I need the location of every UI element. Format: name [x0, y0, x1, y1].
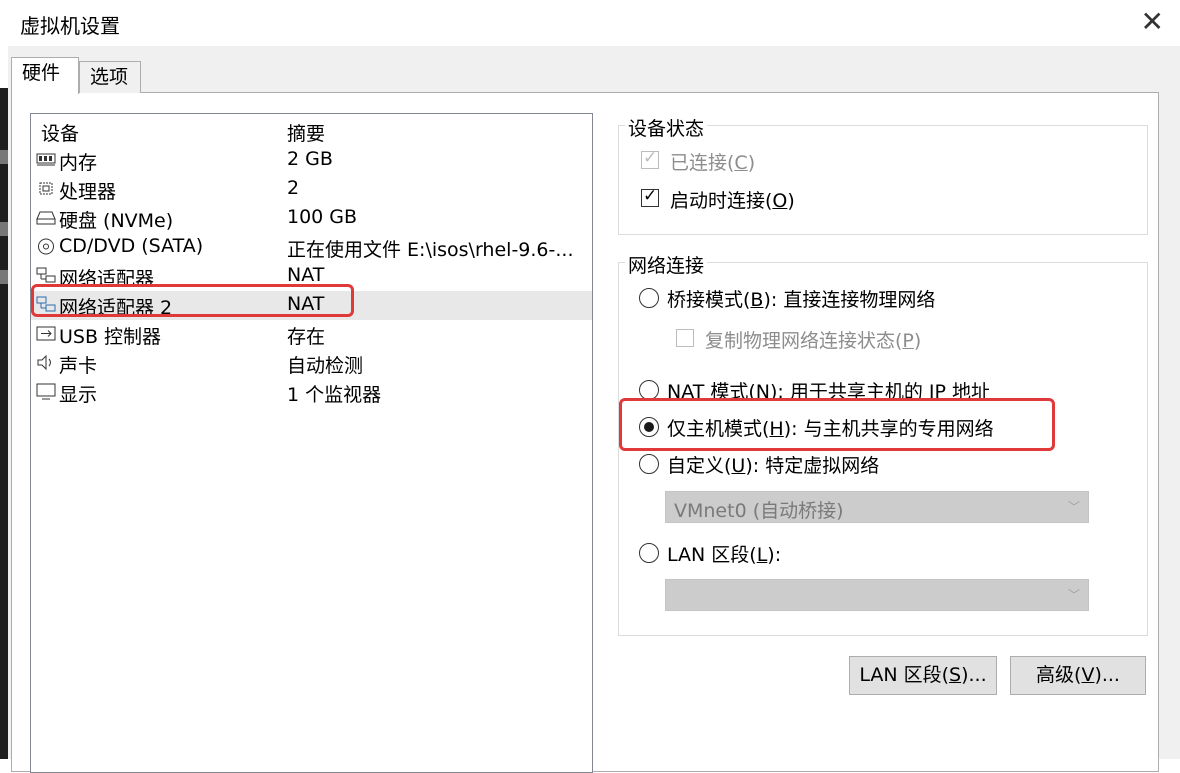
custom-network-select[interactable]: VMnet0 (自动桥接) ﹀	[665, 491, 1089, 523]
network-adapter-icon	[36, 267, 56, 283]
device-name: 处理器	[59, 181, 117, 203]
device-row-sound-card[interactable]: 声卡 自动检测	[31, 349, 592, 378]
memory-icon	[36, 153, 56, 166]
device-row-processor[interactable]: 处理器 2	[31, 175, 592, 204]
device-name: 声卡	[59, 355, 98, 377]
background-glyph	[0, 150, 8, 164]
lan-segment-select[interactable]: ﹀	[665, 579, 1089, 611]
column-header-summary[interactable]: 摘要	[287, 119, 325, 146]
device-list-header: 设备 摘要	[31, 117, 592, 146]
device-summary: 正在使用文件 E:\isos\rhel-9.6-...	[287, 239, 574, 261]
display-icon	[36, 383, 56, 400]
device-name: 内存	[59, 152, 98, 174]
device-status-title: 设备状态	[625, 114, 708, 141]
device-row-cd-dvd[interactable]: CD/DVD (SATA) 正在使用文件 E:\isos\rhel-9.6-..…	[31, 233, 592, 262]
device-summary: 1 个监视器	[287, 384, 382, 406]
custom-label: 自定义(U): 特定虚拟网络	[667, 455, 880, 477]
device-name: USB 控制器	[59, 326, 162, 348]
device-summary: 2 GB	[287, 148, 333, 170]
device-row-memory[interactable]: 内存 2 GB	[31, 146, 592, 175]
device-row-usb-controller[interactable]: USB 控制器 存在	[31, 320, 592, 349]
close-icon[interactable]: ✕	[1141, 8, 1164, 36]
title-bar: 虚拟机设置 ✕	[8, 0, 1180, 46]
lan-segment-label: LAN 区段(L):	[667, 544, 782, 566]
processor-icon	[39, 182, 53, 195]
chevron-down-icon: ﹀	[1067, 588, 1080, 602]
connected-label: 已连接(C)	[670, 152, 756, 174]
tab-options[interactable]: 选项	[79, 61, 141, 93]
background-glyph	[0, 222, 8, 236]
device-row-hard-disk[interactable]: 硬盘 (NVMe) 100 GB	[31, 204, 592, 233]
device-name: 硬盘 (NVMe)	[59, 210, 174, 232]
lan-segment-radio[interactable]	[639, 543, 659, 563]
replicate-physical-state-label: 复制物理网络连接状态(P)	[705, 330, 922, 352]
annotation-highlight-network-adapter-2	[31, 284, 354, 317]
custom-radio[interactable]	[639, 454, 659, 474]
chevron-down-icon: ﹀	[1067, 500, 1080, 514]
sound-card-icon	[37, 354, 51, 371]
nat-radio[interactable]	[639, 380, 659, 400]
device-summary: 存在	[287, 326, 326, 348]
custom-network-value: VMnet0 (自动桥接)	[674, 500, 844, 522]
cd-dvd-icon	[38, 238, 54, 255]
connected-checkbox[interactable]: ✓	[641, 148, 659, 169]
background-window	[0, 88, 8, 759]
bridged-label: 桥接模式(B): 直接连接物理网络	[667, 289, 936, 311]
device-name: 显示	[59, 384, 98, 406]
device-summary: 自动检测	[287, 355, 364, 377]
background-glyph	[0, 270, 8, 284]
bridged-radio[interactable]	[639, 288, 659, 308]
device-summary: NAT	[287, 264, 325, 286]
device-summary: 100 GB	[287, 206, 358, 228]
advanced-button[interactable]: 高级(V)...	[1010, 656, 1146, 695]
connect-at-power-on-checkbox[interactable]: ✓	[641, 186, 659, 207]
device-summary: 2	[287, 177, 300, 199]
tab-hardware[interactable]: 硬件	[11, 57, 79, 94]
annotation-highlight-host-only	[619, 398, 1055, 451]
device-row-display[interactable]: 显示 1 个监视器	[31, 378, 592, 407]
lan-segments-button[interactable]: LAN 区段(S)...	[849, 656, 997, 695]
network-connection-title: 网络连接	[625, 251, 708, 278]
device-list[interactable]: 设备 摘要 内存 2 GB 处理器 2 硬盘 (NVMe) 100 GB CD/…	[30, 113, 593, 773]
device-status-group	[618, 125, 1148, 235]
device-name: CD/DVD (SATA)	[59, 235, 204, 257]
background-window-edge	[0, 0, 8, 759]
connect-at-power-on-label: 启动时连接(O)	[670, 190, 795, 212]
replicate-physical-state-checkbox[interactable]	[676, 329, 694, 347]
column-header-device[interactable]: 设备	[41, 119, 79, 146]
window-title: 虚拟机设置	[20, 14, 120, 38]
usb-icon	[36, 326, 56, 341]
hard-disk-icon	[36, 211, 56, 225]
